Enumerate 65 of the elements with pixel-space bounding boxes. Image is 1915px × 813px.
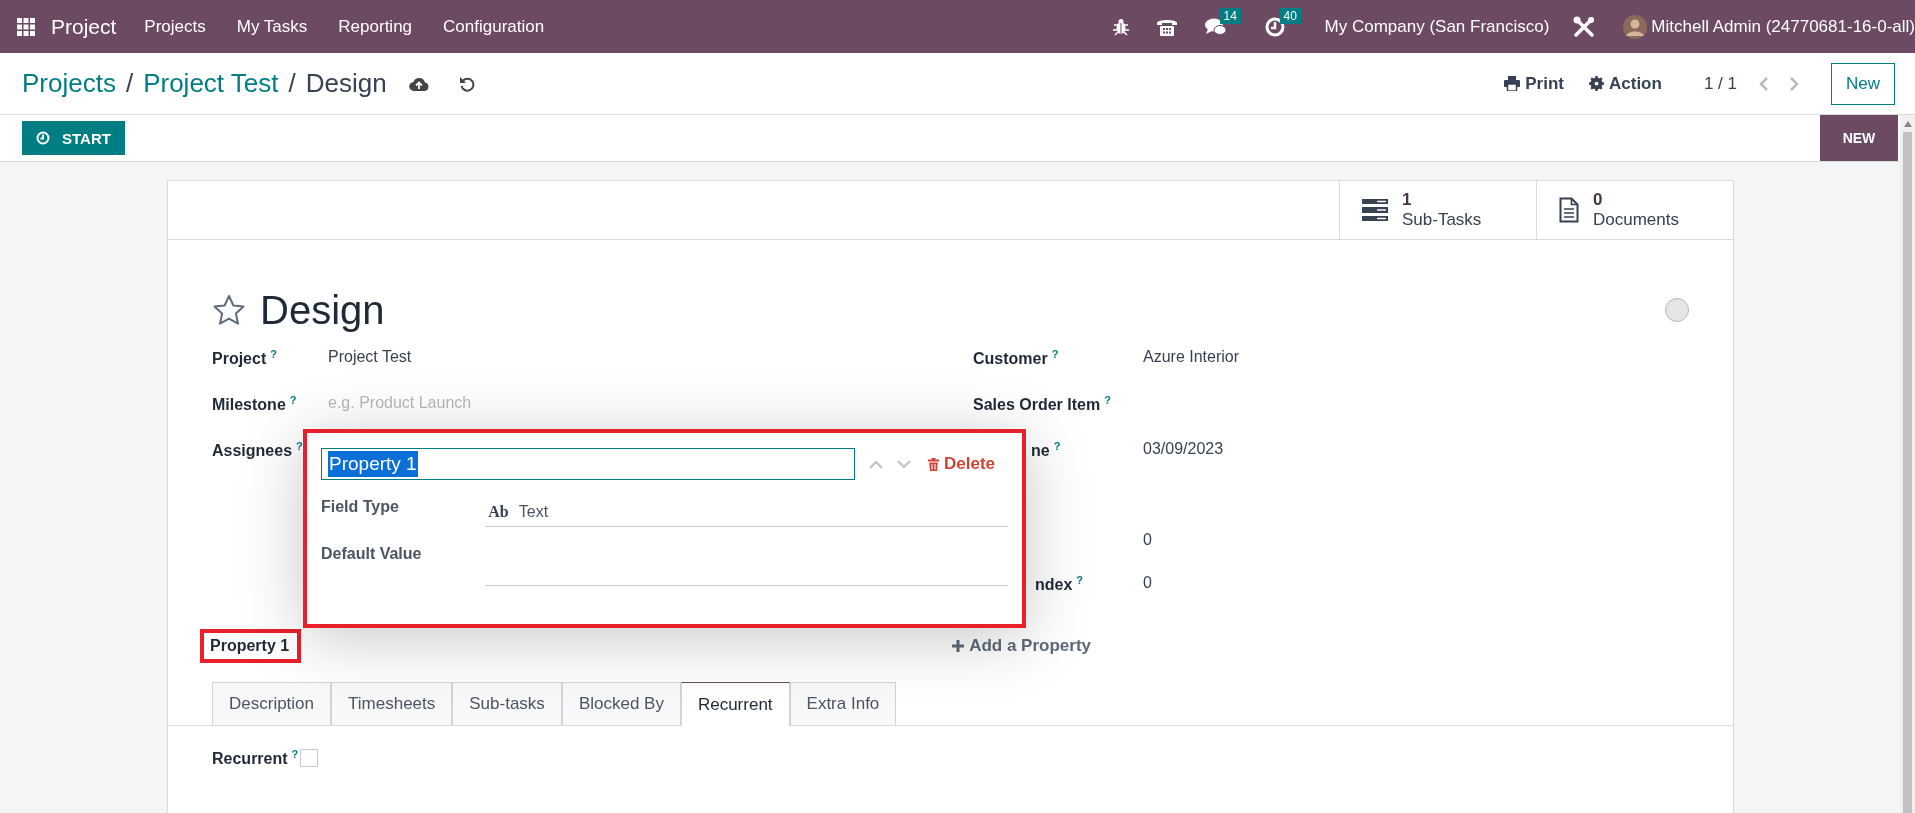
breadcrumb-link[interactable]: Project Test (143, 68, 279, 99)
status-dot[interactable] (1665, 298, 1689, 322)
star-outline-icon[interactable] (212, 294, 246, 326)
recurrent-checkbox[interactable] (300, 749, 319, 768)
field-label: Assignees $^{?}$ (212, 442, 303, 460)
menu-item[interactable]: My Tasks (236, 16, 308, 37)
breadcrumb-link[interactable]: Projects (22, 68, 116, 99)
property-label[interactable]: Property 1 (200, 629, 302, 663)
company-switcher[interactable]: My Company (San Francisco) (1324, 16, 1550, 37)
action-button[interactable]: Action (1589, 73, 1662, 94)
bug-icon[interactable] (1112, 17, 1129, 36)
tab[interactable]: Blocked By (561, 682, 681, 725)
field-label: Recurrent $^{?}$ (212, 748, 299, 769)
field-label: Customer $^{?}$ (973, 350, 1059, 368)
tools-icon[interactable] (1573, 15, 1596, 38)
document-icon (1559, 197, 1579, 223)
field-type-select[interactable]: Ab Text (485, 498, 1008, 527)
field-value[interactable]: 0 (1143, 531, 1152, 548)
field-value[interactable]: 0 (1143, 574, 1152, 591)
plus-icon (952, 640, 965, 652)
undo-icon[interactable] (458, 75, 475, 92)
start-button[interactable]: START (22, 121, 125, 155)
breadcrumb-current: Design (305, 68, 387, 99)
gear-icon (1589, 76, 1604, 91)
delete-link[interactable]: Delete (928, 454, 996, 474)
pager-value: 1 / 1 (1703, 73, 1737, 94)
field-value[interactable]: Project Test (328, 348, 412, 365)
field-label: Field Type (321, 498, 400, 516)
breadcrumb-separator: / (288, 68, 296, 99)
trash-icon (928, 457, 939, 471)
property-name-field[interactable]: Property 1 (321, 448, 855, 480)
avatar-icon (1623, 14, 1648, 39)
printer-icon (1504, 76, 1521, 91)
tab[interactable]: Recurrent (680, 682, 790, 726)
breadcrumb-separator: / (125, 68, 134, 99)
tab[interactable]: Sub-tasks (452, 682, 562, 725)
field-label: ne $^{?}$ (1031, 442, 1061, 460)
new-button[interactable]: New (1831, 62, 1895, 105)
tab[interactable]: Timesheets (331, 682, 453, 725)
scrollbar[interactable] (1900, 115, 1915, 813)
field-label: Project $^{?}$ (212, 350, 277, 368)
field-label: Default Value (321, 545, 423, 563)
menu-item[interactable]: Configuration (443, 16, 545, 37)
field-label: ndex $^{?}$ (1035, 576, 1084, 594)
add-property-link[interactable]: Add a Property (952, 636, 1091, 656)
user-menu[interactable]: Mitchell Admin (24770681-16-0-all) (1651, 16, 1915, 37)
print-button[interactable]: Print (1504, 73, 1564, 94)
task-title[interactable]: Design (260, 287, 385, 333)
app-name[interactable]: Project (51, 14, 117, 39)
field-label: Milestone $^{?}$ (212, 396, 297, 414)
field-value[interactable]: Azure Interior (1143, 348, 1240, 365)
counter-badge: 14 (1219, 7, 1241, 24)
tab[interactable]: Extra Info (789, 682, 897, 725)
field-label: Sales Order Item $^{?}$ (973, 396, 1111, 414)
clock-icon (36, 131, 50, 145)
list-icon (1362, 199, 1388, 221)
counter-badge: 40 (1279, 7, 1301, 24)
menu-item[interactable]: Reporting (338, 16, 413, 37)
stage-button[interactable]: NEW (1820, 115, 1898, 161)
menu-item[interactable]: Projects (144, 16, 206, 37)
tab[interactable]: Description (212, 682, 332, 725)
field-value[interactable]: 03/09/2023 (1143, 440, 1224, 457)
cloud-upload-icon[interactable] (408, 75, 429, 92)
scroll-up-icon (1903, 121, 1912, 127)
apps-menu-icon[interactable] (17, 17, 35, 36)
